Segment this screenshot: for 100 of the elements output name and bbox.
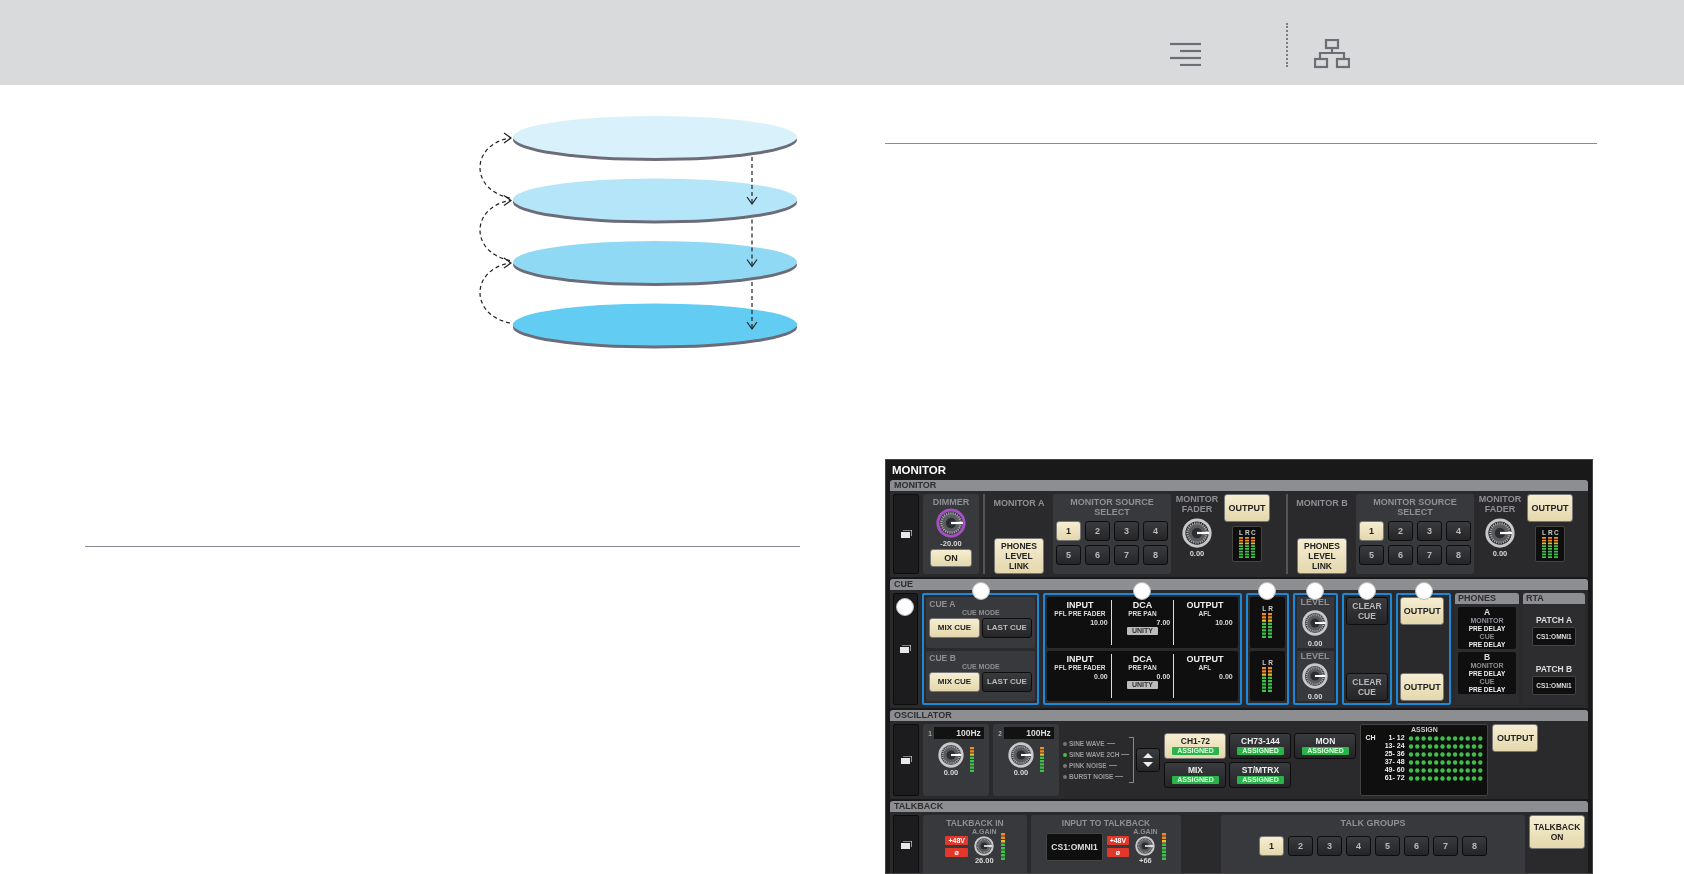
source-button[interactable]: 4 [1446,521,1471,541]
source-button[interactable]: 8 [1143,545,1168,565]
source-button[interactable]: 6 [1388,545,1413,565]
window-button[interactable] [893,724,919,796]
cue-name: CUE B [929,652,957,663]
output-button[interactable]: OUTPUT [1400,673,1445,701]
fader-label: MONITOR FADER [1478,494,1522,514]
source-button[interactable]: 3 [1114,521,1139,541]
radio-dot[interactable] [1063,763,1067,768]
patch-label: PATCH B [1535,663,1573,674]
talk-groups-label: TALK GROUPS [1340,818,1406,828]
phones-output-name: B [1483,652,1491,662]
frequency-field[interactable]: 100Hz [1003,727,1054,739]
cue-mode-button[interactable]: MIX CUE [929,618,980,638]
up-down-button[interactable] [1136,748,1161,772]
on-button[interactable]: ON [930,549,972,567]
talk-group-button[interactable]: 4 [1346,836,1371,856]
source-button[interactable]: 6 [1085,545,1110,565]
radio-dot[interactable] [1063,741,1067,746]
up-down-icon [1143,753,1154,767]
cue-point-label: INPUT [1066,600,1094,610]
frequency-field[interactable]: 100Hz [933,727,984,739]
dimmer-label: DIMMER [932,497,970,507]
knob[interactable] [1008,742,1034,768]
dashed-arrow [479,194,513,262]
source-button[interactable]: 1 [1056,521,1081,541]
output-button[interactable]: OUTPUT [1492,724,1539,752]
section-label: PHONES [1458,593,1496,603]
cue-point-label: INPUT [1066,653,1094,664]
cue-point-label: OUTPUT [1186,600,1224,610]
source-button[interactable]: 5 [1056,545,1081,565]
meter-drawing [1239,537,1255,559]
meter-drawing [1161,832,1166,861]
window-icon [900,530,912,538]
talk-group-button[interactable]: 3 [1317,836,1342,856]
cue-point-label: OUTPUT [1186,653,1224,664]
knob[interactable] [1135,836,1156,856]
radio-dot[interactable] [1063,774,1067,779]
source-button[interactable]: 2 [1085,521,1110,541]
talkback-in-label: TALKBACK IN [946,818,1004,828]
talk-group-button[interactable]: 8 [1462,836,1487,856]
phones-level-link-button[interactable]: PHONES LEVEL LINK [994,538,1044,574]
meter-drawing [1262,613,1273,640]
dashed-arrow [746,156,758,206]
cue-mode-button[interactable]: MIX CUE [929,671,980,692]
knob[interactable] [1302,663,1329,690]
dashed-arrow [746,281,758,331]
talk-group-button[interactable]: 6 [1404,836,1429,856]
source-select-label: MONITOR SOURCE SELECT [1069,497,1155,517]
input-to-talkback-label: INPUT TO TALKBACK [1061,818,1151,828]
window-icon [900,841,912,849]
output-button[interactable]: OUTPUT [1527,494,1573,522]
cue-point-label: DCA [1132,653,1153,664]
talk-group-button[interactable]: 1 [1259,836,1284,856]
section-label: CUE [894,579,913,589]
output-button[interactable]: OUTPUT [1224,494,1270,522]
output-button[interactable]: OUTPUT [1400,597,1445,625]
phones-level-link-button[interactable]: PHONES LEVEL LINK [1297,538,1347,574]
meter-drawing [1262,666,1273,693]
monitor-name: MONITOR A [993,498,1045,508]
meter-drawing [1542,537,1558,559]
source-button[interactable]: 8 [1446,545,1471,565]
level-label: LEVEL [1300,650,1330,661]
section-label: OSCILLATOR [894,710,952,720]
source-button[interactable]: 3 [1417,521,1442,541]
clear-cue-button[interactable]: CLEAR CUE [1345,597,1389,625]
meter-drawing [1000,832,1005,861]
patch-button[interactable]: CS1:OMNI1 [1046,832,1103,861]
hierarchy-icon[interactable] [1314,38,1350,69]
align-right-icon[interactable] [1170,41,1202,66]
knob[interactable] [936,508,966,538]
window-icon [900,756,912,764]
knob[interactable] [974,836,995,856]
fader-label: MONITOR FADER [1175,494,1219,514]
source-button[interactable]: 7 [1417,545,1442,565]
talk-group-button[interactable]: 7 [1433,836,1458,856]
meter-drawing [970,746,974,773]
cue-mode-button[interactable]: LAST CUE [981,671,1033,692]
knob[interactable] [1182,518,1212,548]
window-button[interactable] [893,494,919,574]
source-button[interactable]: 5 [1359,545,1384,565]
source-button[interactable]: 1 [1359,521,1384,541]
knob[interactable] [938,742,964,768]
clear-cue-button[interactable]: CLEAR CUE [1345,673,1389,701]
knob[interactable] [1485,518,1515,548]
radio-dot[interactable] [1063,752,1067,757]
talk-group-button[interactable]: 5 [1375,836,1400,856]
talk-group-button[interactable]: 2 [1288,836,1313,856]
source-button[interactable]: 7 [1114,545,1139,565]
dashed-arrow [746,218,758,268]
source-button[interactable]: 2 [1388,521,1413,541]
knob[interactable] [1302,609,1329,636]
source-button[interactable]: 4 [1143,521,1168,541]
window-button[interactable] [893,593,919,705]
section-label: TALKBACK [894,801,944,811]
cue-mode-button[interactable]: LAST CUE [981,618,1033,638]
talkback-on-button[interactable]: TALKBACK ON [1529,815,1585,849]
cue-name: CUE A [929,599,957,609]
window-button[interactable] [893,815,919,873]
section-label: RTA [1526,593,1544,603]
